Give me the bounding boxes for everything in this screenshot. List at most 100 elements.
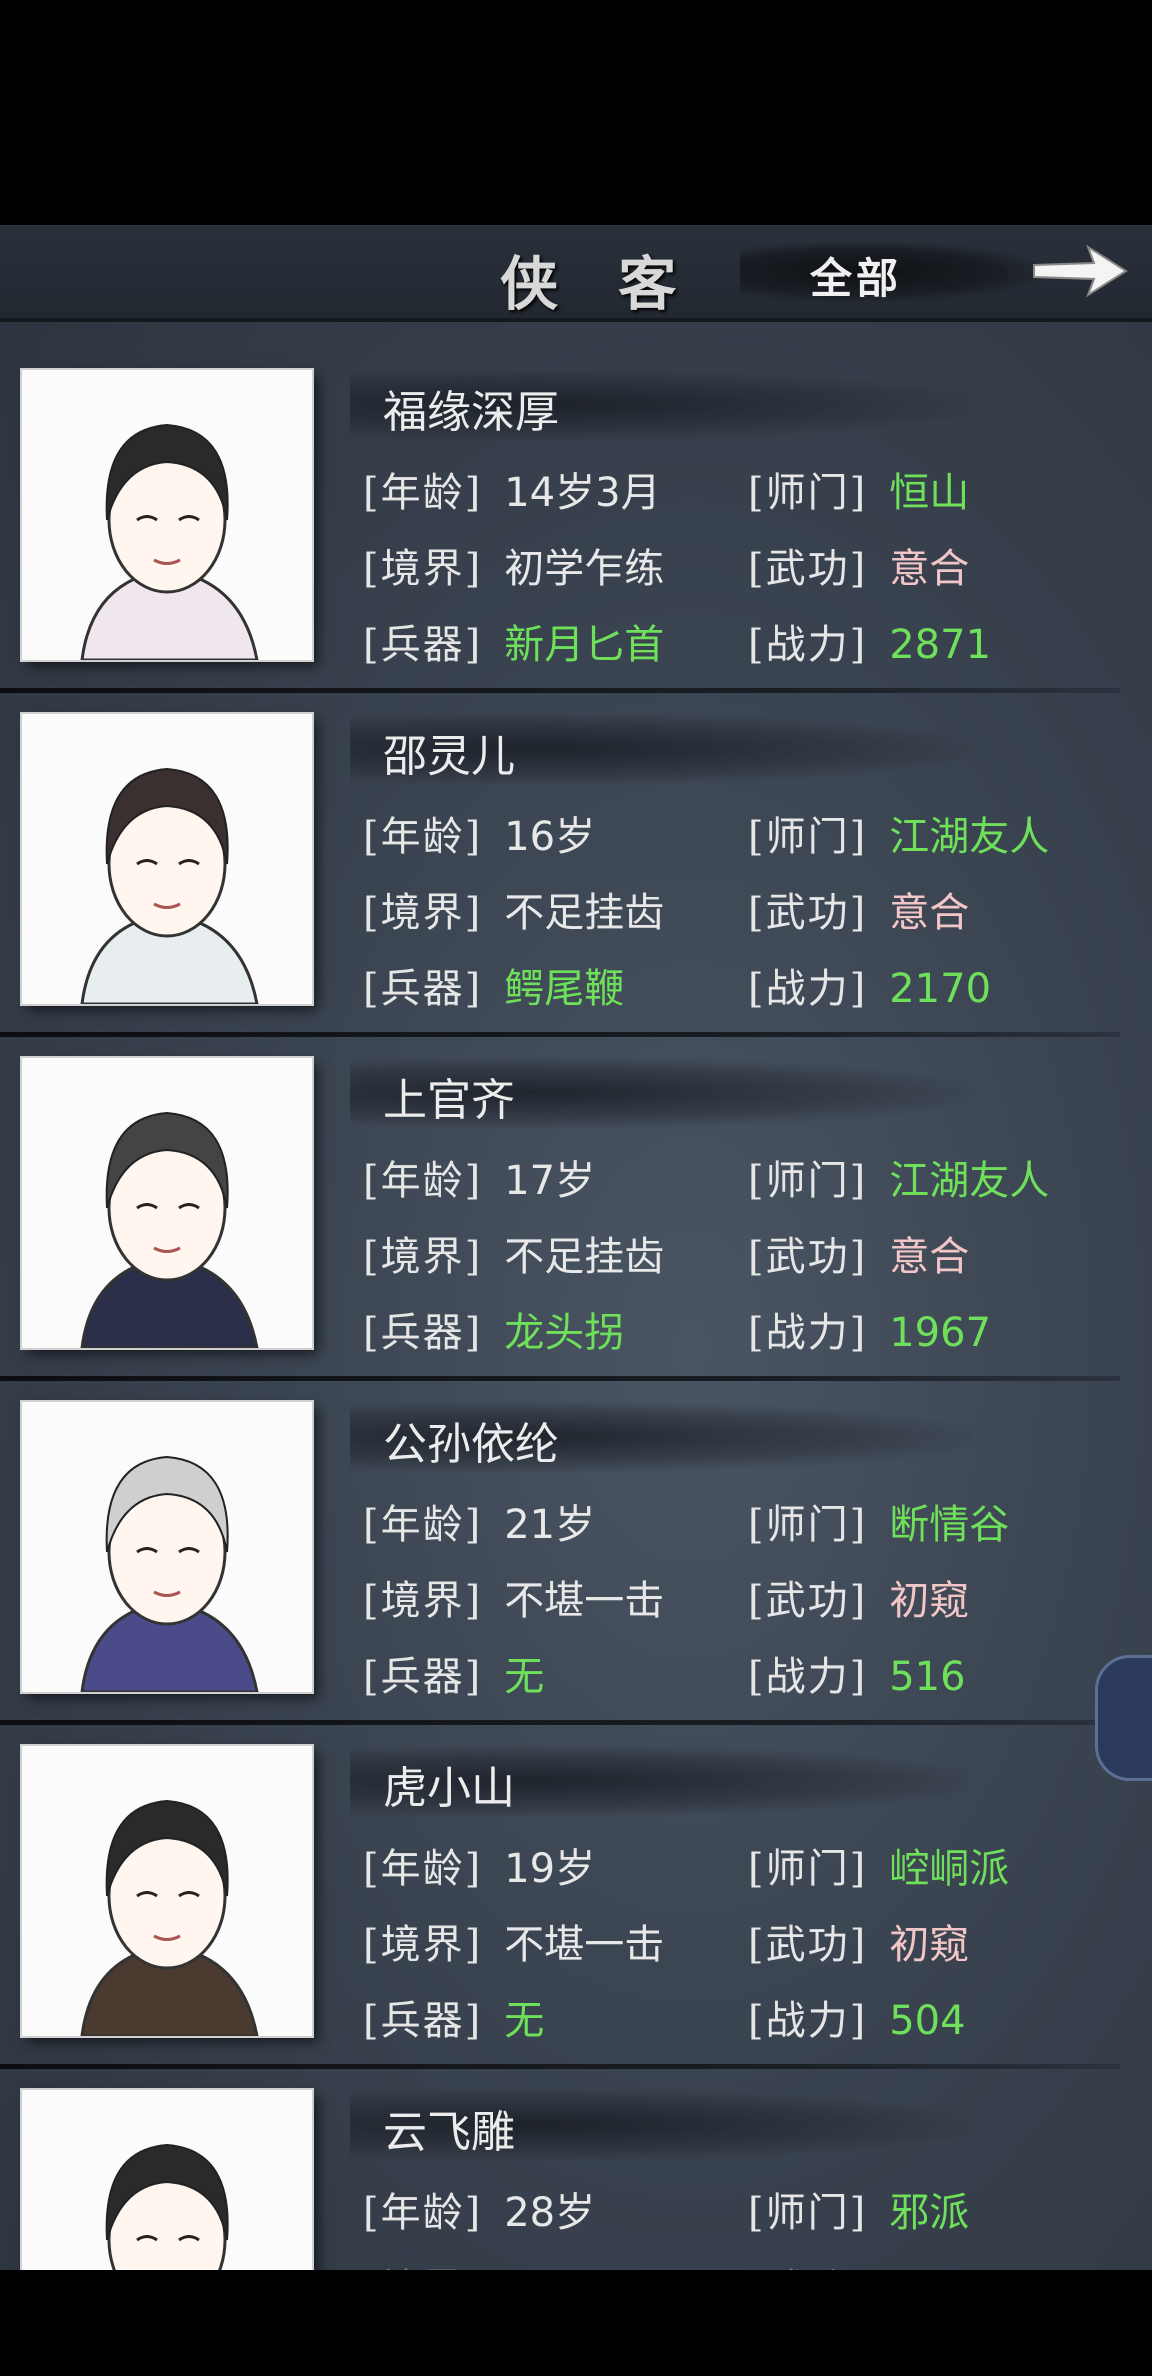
value-weapon: 龙头拐 [504, 1310, 625, 1356]
value-weapon: 鳄尾鞭 [504, 966, 625, 1012]
field-power: [战力] 1967 [748, 1300, 991, 1358]
field-school: [师门] 恒山 [748, 460, 969, 518]
label-martial: [武功] [748, 546, 868, 592]
value-school: 邪派 [889, 2190, 970, 2236]
label-realm: [境界] [363, 890, 483, 936]
label-power: [战力] [748, 966, 868, 1012]
hero-card[interactable]: 邵灵儿 [年龄] 16岁 [师门] 江湖友人 [境界] 不足挂齿 [武功] 意合 [兵器] 鳄尾鞭[… [0, 694, 1120, 1038]
value-age: 14岁3月 [504, 470, 661, 516]
field-weapon: [兵器] 鳄尾鞭 [363, 956, 624, 1014]
value-power: 2871 [889, 622, 992, 668]
hero-card[interactable]: 云飞雕[年龄]28岁[师门]邪派[境界][武功][兵器][战力] [0, 2070, 1120, 2270]
field-power: [战力] 2170 [748, 956, 991, 1014]
label-martial: [武功] [748, 1922, 868, 1968]
hero-name: 云飞雕 [383, 2107, 515, 2158]
hero-portrait[interactable] [22, 714, 312, 1004]
hero-card[interactable]: 上官齐 [年龄] 17岁 [师门] 江湖友人 [境界] 不足挂齿 [武功] 意合 [兵器] 龙头拐[… [0, 1038, 1120, 1382]
value-age: 21岁 [504, 1502, 596, 1548]
label-age: [年龄] [363, 1158, 483, 1204]
label-weapon: [兵器] [363, 1998, 483, 2044]
label-age: [年龄] [363, 1846, 483, 1892]
side-book-tab[interactable] [1095, 1655, 1152, 1781]
field-weapon: [兵器] 新月匕首 [363, 612, 664, 670]
value-martial: 意合 [889, 890, 970, 936]
label-school: [师门] [748, 1846, 868, 1892]
value-realm: 初学乍练 [504, 546, 665, 592]
label-weapon: [兵器] [363, 1654, 483, 1700]
value-martial: 意合 [889, 546, 970, 592]
field-weapon: [兵器] 无 [363, 1988, 544, 2046]
label-school: [师门] [748, 470, 868, 516]
header-bar: 侠 客 全部 [0, 225, 1152, 322]
field-age: [年龄] 19岁 [363, 1836, 595, 1894]
field-school: [师门] 江湖友人 [748, 804, 1049, 862]
hero-card[interactable]: 福缘深厚 [年龄] 14岁3月 [师门] 恒山 [境界] 初学乍练 [武功] 意合 [兵器] 新月匕… [0, 350, 1120, 694]
field-age: [年龄] 21岁 [363, 1492, 595, 1550]
label-school: [师门] [748, 814, 868, 860]
field-realm: [境界] 不足挂齿 [363, 1224, 664, 1282]
field-age: [年龄] 17岁 [363, 1148, 595, 1206]
value-age: 19岁 [504, 1846, 596, 1892]
hero-portrait[interactable] [22, 1058, 312, 1348]
field-age: [年龄] 14岁3月 [363, 460, 661, 518]
label-age: [年龄] [363, 2190, 483, 2236]
value-school: 江湖友人 [889, 1158, 1050, 1204]
value-realm: 不堪一击 [504, 1922, 665, 1968]
field-realm: [境界] 初学乍练 [363, 536, 664, 594]
field-martial: [武功] 初窥 [748, 1912, 969, 1970]
field-school: [师门] 邪派 [748, 2180, 969, 2238]
hero-name: 福缘深厚 [383, 387, 559, 438]
field-power: [战力] 516 [748, 1644, 966, 1702]
label-weapon: [兵器] [363, 1310, 483, 1356]
label-age: [年龄] [363, 814, 483, 860]
hero-name: 虎小山 [383, 1763, 515, 1814]
card-divider [0, 688, 1120, 693]
arrow-right-icon[interactable] [1030, 239, 1130, 303]
label-power: [战力] [748, 1654, 868, 1700]
value-weapon: 无 [504, 1654, 545, 1700]
label-school: [师门] [748, 1502, 868, 1548]
hero-portrait[interactable] [22, 1402, 312, 1692]
filter-all-button[interactable]: 全部 [810, 245, 902, 306]
field-martial: [武功] 意合 [748, 880, 969, 938]
value-school: 恒山 [889, 470, 970, 516]
card-divider [0, 2064, 1120, 2069]
value-weapon: 无 [504, 1998, 545, 2044]
value-realm: 不足挂齿 [504, 1234, 665, 1280]
hero-name: 邵灵儿 [383, 731, 515, 782]
field-martial: [武功] [748, 2256, 889, 2270]
value-school: 崆峒派 [889, 1846, 1010, 1892]
label-martial: [武功] [748, 1234, 868, 1280]
hero-portrait[interactable] [22, 370, 312, 660]
label-weapon: [兵器] [363, 966, 483, 1012]
value-age: 17岁 [504, 1158, 596, 1204]
field-weapon: [兵器] 无 [363, 1644, 544, 1702]
field-school: [师门] 崆峒派 [748, 1836, 1009, 1894]
field-school: [师门] 断情谷 [748, 1492, 1009, 1550]
value-weapon: 新月匕首 [504, 622, 665, 668]
field-realm: [境界] 不足挂齿 [363, 880, 664, 938]
label-realm: [境界] [363, 1578, 483, 1624]
label-martial: [武功] [748, 890, 868, 936]
label-age: [年龄] [363, 470, 483, 516]
label-martial: [武功] [748, 1578, 868, 1624]
hero-portrait[interactable] [22, 1746, 312, 2036]
label-age: [年龄] [363, 1502, 483, 1548]
field-age: [年龄] 28岁 [363, 2180, 595, 2238]
value-power: 516 [889, 1654, 966, 1700]
hero-portrait[interactable] [22, 2090, 312, 2270]
value-martial: 初窥 [889, 1578, 970, 1624]
value-power: 504 [889, 1998, 966, 2044]
field-realm: [境界] 不堪一击 [363, 1568, 664, 1626]
value-age: 16岁 [504, 814, 596, 860]
label-realm: [境界] [363, 1234, 483, 1280]
value-martial: 意合 [889, 1234, 970, 1280]
hero-card[interactable]: 公孙依纶 [年龄] 21岁 [师门] 断情谷 [境界] 不堪一击 [武功] 初窥 [兵器] 无 [战力… [0, 1382, 1120, 1726]
label-realm: [境界] [363, 546, 483, 592]
field-martial: [武功] 意合 [748, 1224, 969, 1282]
field-power: [战力] 2871 [748, 612, 991, 670]
card-divider [0, 1032, 1120, 1037]
page-title: 侠 客 [500, 250, 697, 318]
label-realm: [境界] [363, 1922, 483, 1968]
hero-card[interactable]: 虎小山 [年龄] 19岁 [师门] 崆峒派 [境界] 不堪一击 [武功] 初窥 [兵器] 无 [战力]… [0, 1726, 1120, 2070]
